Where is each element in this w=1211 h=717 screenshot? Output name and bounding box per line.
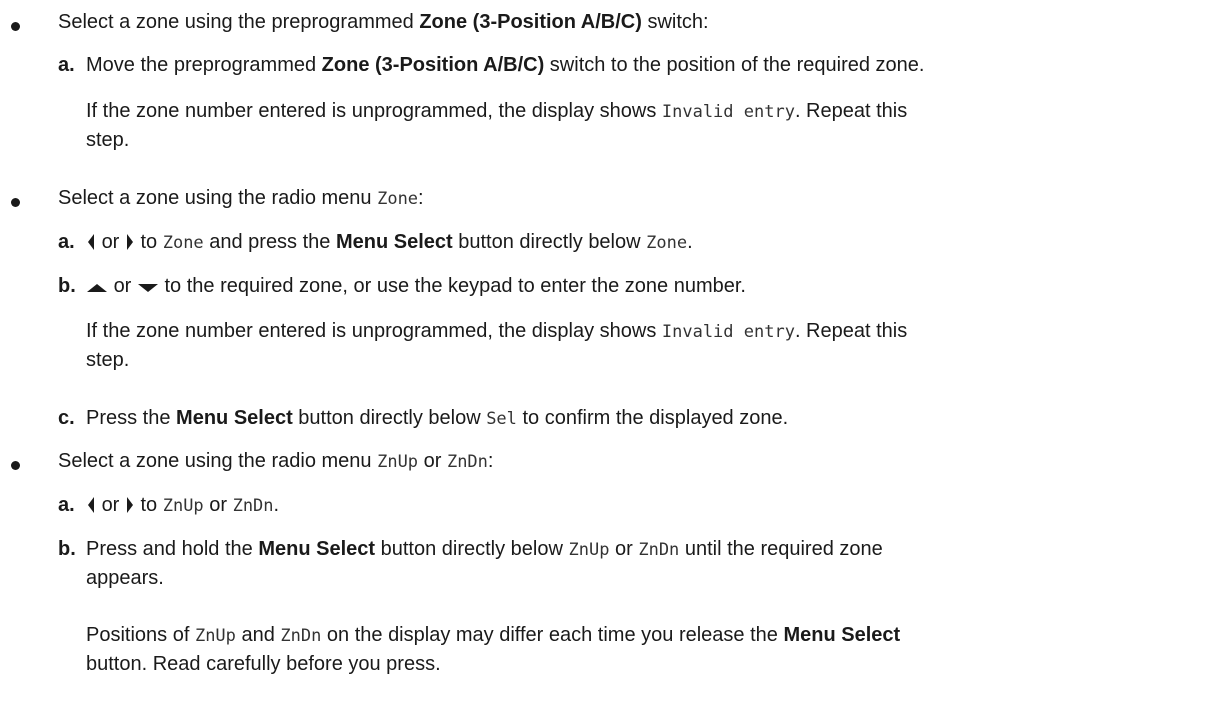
code-text: Invalid entry <box>661 102 795 122</box>
code-text: ZnDn <box>446 452 488 472</box>
step-text: or to Zone and press the Menu Select but… <box>86 228 693 257</box>
bullet-dot <box>11 461 20 470</box>
left-arrow-icon <box>88 497 94 513</box>
code-text: Invalid entry <box>661 322 795 342</box>
step-text: Press the Menu Select button directly be… <box>86 407 789 429</box>
bullet-text: Select a zone using the radio menu Zone: <box>58 187 424 209</box>
step-letter: a. <box>58 54 75 76</box>
right-arrow-icon <box>126 234 133 250</box>
step-text: Press and hold the Menu Select button di… <box>86 538 883 560</box>
left-arrow-icon <box>88 234 94 250</box>
instruction-document: Select a zone using the preprogrammed Zo… <box>0 0 1211 717</box>
code-text: Zone <box>162 233 204 253</box>
code-text: ZnUp <box>568 540 610 560</box>
step-text: or to ZnUp or ZnDn. <box>86 491 279 520</box>
bullet-dot <box>11 22 20 31</box>
step-letter: a. <box>58 231 75 253</box>
step-letter: b. <box>58 275 76 297</box>
code-text: Sel <box>486 409 517 429</box>
code-text: ZnDn <box>280 626 322 646</box>
code-text: ZnDn <box>638 540 680 560</box>
step-letter: a. <box>58 494 75 516</box>
code-text: Zone <box>646 233 688 253</box>
step-letter: c. <box>58 407 75 429</box>
down-arrow-icon <box>137 284 158 292</box>
code-text: ZnUp <box>162 496 204 516</box>
right-arrow-icon <box>126 497 133 513</box>
code-text: ZnDn <box>232 496 274 516</box>
bullet-text: Select a zone using the preprogrammed Zo… <box>58 11 709 33</box>
step-text: or to the required zone, or use the keyp… <box>86 272 746 300</box>
code-text: Zone <box>377 189 419 209</box>
step-text: Move the preprogrammed Zone (3-Position … <box>86 54 925 76</box>
code-text: ZnUp <box>194 626 236 646</box>
step-letter: b. <box>58 538 76 560</box>
bullet-text: Select a zone using the radio menu ZnUp … <box>58 450 494 472</box>
up-arrow-icon <box>87 284 107 292</box>
code-text: ZnUp <box>377 452 419 472</box>
bullet-dot <box>11 198 20 207</box>
